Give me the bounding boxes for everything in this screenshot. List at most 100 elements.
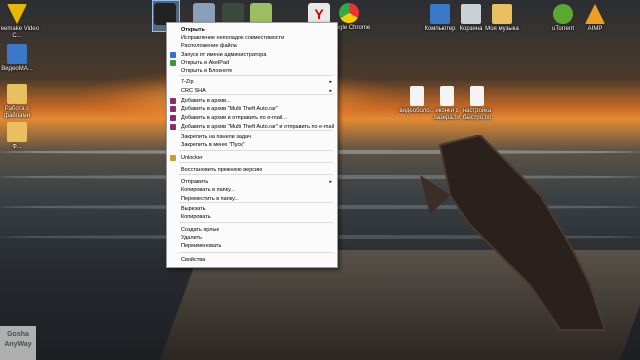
menu-item[interactable]: Удалить <box>167 234 337 242</box>
desktop-icon-folder[interactable]: Ф... <box>0 122 40 151</box>
menu-separator <box>179 252 333 253</box>
menu-item[interactable]: Открыть в AkelPad <box>167 59 337 67</box>
menu-item[interactable]: Свойства <box>167 256 337 264</box>
menu-item[interactable]: Добавить в архив... <box>167 97 337 105</box>
menu-item[interactable]: Добавить в архив "Multi Theft Auto.rar" … <box>167 123 337 131</box>
desktop-icon-label: ВидеоМА... <box>1 66 33 72</box>
menu-item[interactable]: Исправление неполадок совместимости <box>167 34 337 42</box>
menu-item[interactable]: Unlocker <box>167 154 337 162</box>
video-icon <box>7 44 27 64</box>
menu-item-label: Unlocker <box>181 155 203 161</box>
menu-item-label: Добавить в архив... <box>181 98 231 104</box>
desktop-icon-label: Freemake Video C... <box>0 26 39 39</box>
menu-item-label: Открыть <box>181 27 205 33</box>
menu-item-label: Удалить <box>181 235 202 241</box>
unlocker-icon <box>170 155 176 161</box>
desktop-icon-music[interactable]: Моя музыка <box>479 4 525 33</box>
menu-item-label: Вырезать <box>181 206 206 212</box>
text-file-icon <box>470 86 484 106</box>
desktop-icon-label: Моя музыка <box>485 26 519 32</box>
menu-item-label: Закрепить на панели задач <box>181 134 251 140</box>
menu-item-label: Копировать в папку... <box>181 187 235 193</box>
folder-icon <box>7 84 27 104</box>
menu-item-label: Добавить в архив и отправить по e-mail..… <box>181 115 287 121</box>
desktop-icon-label: Работа с файлами <box>4 106 30 119</box>
menu-item[interactable]: Расположение файла <box>167 42 337 50</box>
menu-item[interactable]: Восстановить прежнюю версию <box>167 166 337 174</box>
menu-item-label: Открыть в AkelPad <box>181 60 230 66</box>
music-folder-icon <box>492 4 512 24</box>
chrome-icon <box>339 3 359 23</box>
utorrent-icon <box>553 4 573 24</box>
menu-item[interactable]: 7-Zip ▸ <box>167 78 337 86</box>
winrar-icon <box>170 124 176 130</box>
submenu-arrow-icon: ▸ <box>329 88 332 94</box>
menu-item[interactable]: Закрепить на панели задач <box>167 133 337 141</box>
text-file-icon <box>410 86 424 106</box>
menu-item-label: Переименовать <box>181 243 222 249</box>
menu-item[interactable]: Переместить в папку... <box>167 195 337 203</box>
desktop-icon-label: Ф... <box>12 144 22 150</box>
aimp-icon <box>585 4 605 24</box>
desktop[interactable]: Freemake Video C... ВидеоМА... Работа с … <box>0 0 640 360</box>
menu-item-label: Расположение файла <box>181 43 237 49</box>
menu-item-label: Отправить <box>181 179 209 185</box>
desktop-icon-aimp[interactable]: AIMP <box>572 4 618 33</box>
desktop-icon-videomaster[interactable]: ВидеоМА... <box>0 44 40 73</box>
menu-item[interactable]: Открыть в Блокноте <box>167 67 337 75</box>
menu-item-label: Восстановить прежнюю версию <box>181 167 263 173</box>
recycle-bin-icon <box>461 4 481 24</box>
desktop-icon-label: настройка быстро.txt <box>462 108 492 121</box>
menu-separator <box>179 162 333 163</box>
menu-item-label: Открыть в Блокноте <box>181 68 233 74</box>
driftwood <box>420 135 607 331</box>
desktop-icon-label: uTorrent <box>551 26 574 32</box>
winrar-icon <box>170 98 176 104</box>
menu-separator <box>179 75 333 76</box>
menu-separator <box>179 150 333 151</box>
freemake-icon <box>7 4 27 24</box>
winrar-icon <box>170 106 176 112</box>
menu-item[interactable]: Запуск от имени администратора <box>167 51 337 59</box>
menu-item-label: Добавить в архив "Multi Theft Auto.rar" <box>181 106 278 112</box>
watermark-line2: AnyWay <box>4 341 32 348</box>
desktop-file[interactable]: настройка быстро.txt <box>454 86 500 122</box>
menu-item[interactable]: Добавить в архив "Multi Theft Auto.rar" <box>167 105 337 113</box>
menu-item[interactable]: Открыть <box>167 26 337 34</box>
menu-separator <box>179 222 333 223</box>
menu-item-label: Копировать <box>181 214 211 220</box>
text-file-icon <box>440 86 454 106</box>
menu-item[interactable]: Создать ярлык <box>167 226 337 234</box>
submenu-arrow-icon: ▸ <box>329 179 332 185</box>
winrar-icon <box>170 115 176 121</box>
menu-item[interactable]: Закрепить в меню "Пуск" <box>167 141 337 149</box>
menu-item-label: CRC SHA <box>181 88 206 94</box>
menu-item[interactable]: Копировать в папку... <box>167 186 337 194</box>
submenu-arrow-icon: ▸ <box>329 79 332 85</box>
desktop-icon-label: AIMP <box>587 26 603 32</box>
context-menu: Открыть Исправление неполадок совместимос… <box>166 22 338 268</box>
menu-item[interactable]: Вырезать <box>167 205 337 213</box>
menu-item-label: Свойства <box>181 257 206 263</box>
shield-icon <box>170 52 176 58</box>
menu-item-label: 7-Zip <box>181 79 194 85</box>
menu-item-label: Запуск от имени администратора <box>181 52 267 58</box>
folder-icon <box>7 122 27 142</box>
menu-item[interactable]: Добавить в архив и отправить по e-mail..… <box>167 114 337 122</box>
menu-item[interactable]: Копировать <box>167 213 337 221</box>
watermark: Gosha AnyWay <box>0 326 36 360</box>
menu-item-label: Создать ярлык <box>181 227 219 233</box>
menu-item[interactable]: Отправить ▸ <box>167 178 337 186</box>
watermark-line1: Gosha <box>7 331 29 338</box>
computer-icon <box>430 4 450 24</box>
desktop-icon-folder[interactable]: Работа с файлами <box>0 84 40 120</box>
menu-separator <box>179 174 333 175</box>
menu-item[interactable]: Переименовать <box>167 242 337 250</box>
menu-item-label: Добавить в архив "Multi Theft Auto.rar" … <box>181 124 335 130</box>
akelpad-icon <box>170 60 176 66</box>
menu-item-label: Исправление неполадок совместимости <box>181 35 285 41</box>
menu-item-label: Закрепить в меню "Пуск" <box>181 142 245 148</box>
menu-item-label: Переместить в папку... <box>181 196 239 202</box>
desktop-icon-freemake[interactable]: Freemake Video C... <box>0 4 40 40</box>
menu-item[interactable]: CRC SHA ▸ <box>167 87 337 95</box>
